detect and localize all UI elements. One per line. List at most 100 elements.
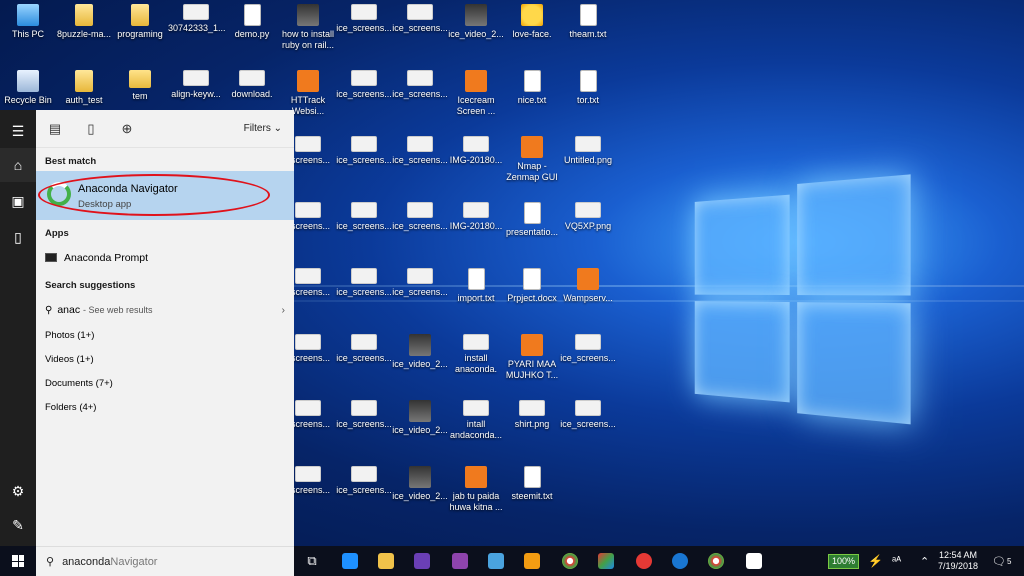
notification-count: 5 (1007, 557, 1011, 566)
media-player-icon[interactable] (524, 553, 540, 569)
desktop-icon[interactable]: ice_video_2... (448, 4, 504, 40)
battery-indicator[interactable]: 100% (828, 546, 859, 576)
apps-heading: Apps (36, 228, 78, 239)
desktop-icon[interactable]: ice_screens... (336, 268, 392, 298)
desktop-icon[interactable]: align-keyw... (168, 70, 224, 100)
desktop-icon[interactable]: how to install ruby on rail... (280, 4, 336, 51)
phpstorm-icon[interactable] (452, 553, 468, 569)
desktop-icon[interactable]: ice_screens... (336, 400, 392, 430)
terminal-icon (45, 253, 57, 262)
windows-logo-icon (12, 555, 24, 567)
file-explorer-icon[interactable] (378, 553, 394, 569)
desktop-icon[interactable]: ice_screens... (392, 70, 448, 100)
desktop-icon[interactable]: tor.txt (560, 70, 616, 106)
filters-dropdown[interactable]: Filters ⌄ (244, 123, 282, 134)
apps-filter-icon[interactable]: ▤ (46, 120, 64, 138)
desktop-icon[interactable]: Prpject.docx (504, 268, 560, 304)
desktop-icon[interactable]: ice_screens... (560, 400, 616, 430)
settings-gear-icon[interactable]: ⚙ (0, 474, 36, 508)
desktop-icon[interactable]: PYARI MAA MUJHKO T... (504, 334, 560, 381)
desktop-icon[interactable]: IMG-20180... (448, 136, 504, 166)
desktop-icon-label: how to install ruby on rail... (280, 29, 336, 51)
search-typed-text: anaconda (62, 556, 110, 568)
device-icon[interactable]: ▯ (0, 220, 36, 254)
desktop-icon[interactable]: demo.py (224, 4, 280, 40)
desktop-icon[interactable]: intall andaconda... (448, 400, 504, 441)
desktop-icon[interactable]: Nmap - Zenmap GUI (504, 136, 560, 183)
desktop-icon[interactable]: 30742333_1... (168, 4, 224, 34)
desktop-icon[interactable]: 8puzzle-ma... (56, 4, 112, 40)
desktop-icon[interactable]: ice_video_2... (392, 334, 448, 370)
edge-browser-icon[interactable] (342, 553, 358, 569)
desktop-icon[interactable]: tem (112, 70, 168, 102)
desktop-icon[interactable]: ice_screens... (336, 466, 392, 496)
opera-icon[interactable] (636, 553, 652, 569)
action-center-icon[interactable]: 🗨5 (992, 546, 1011, 576)
desktop-icon[interactable]: ice_screens... (392, 268, 448, 298)
home-icon[interactable]: ⌂ (0, 148, 36, 182)
web-filter-globe-icon[interactable]: ⊕ (118, 120, 136, 138)
desktop-icon[interactable]: shirt.png (504, 400, 560, 430)
text-file-icon (524, 466, 541, 488)
power-plug-icon[interactable]: ⚡ (868, 546, 883, 576)
desktop-icon[interactable]: steemit.txt (504, 466, 560, 502)
chrome-icon[interactable] (562, 553, 578, 569)
desktop-icon[interactable]: ice_screens... (336, 70, 392, 100)
desktop-icon[interactable]: IMG-20180... (448, 202, 504, 232)
chevron-up-icon[interactable]: ⌃ (920, 546, 929, 576)
desktop-icon[interactable]: VQ5XP.png (560, 202, 616, 232)
desktop-icon-label: ice_screens... (336, 23, 392, 34)
desktop-icon[interactable]: ice_screens... (392, 136, 448, 166)
web-suggestion-item[interactable]: ⚲anac - See web results › (45, 304, 285, 316)
desktop-icon[interactable]: Recycle Bin (0, 70, 56, 106)
visual-studio-icon[interactable] (414, 553, 430, 569)
taskbar-search-box[interactable]: ⚲ anaconda Navigator (36, 546, 294, 576)
desktop-icon[interactable]: nice.txt (504, 70, 560, 106)
documents-filter-icon[interactable]: ▯ (82, 120, 100, 138)
git-icon[interactable] (598, 553, 614, 569)
category-folders[interactable]: Folders (4+) (45, 402, 96, 413)
clock[interactable]: 12:54 AM 7/19/2018 (938, 546, 978, 576)
internet-explorer-icon[interactable] (672, 553, 688, 569)
task-view-icon[interactable]: ⧉ (304, 553, 320, 569)
category-videos[interactable]: Videos (1+) (45, 354, 94, 365)
desktop-icon[interactable]: jab tu paida huwa kitna ... (448, 466, 504, 513)
desktop-icon[interactable]: download. (224, 70, 280, 100)
desktop-icon[interactable]: Wampserv... (560, 268, 616, 304)
desktop-icon[interactable]: Untitled.png (560, 136, 616, 166)
desktop-icon-label: ice_screens... (392, 89, 448, 100)
category-documents[interactable]: Documents (7+) (45, 378, 113, 389)
desktop-icon[interactable]: Icecream Screen ... (448, 70, 504, 117)
desktop-icon[interactable]: ice_screens... (336, 136, 392, 166)
app-icon[interactable] (488, 553, 504, 569)
recycle-bin-icon (17, 70, 39, 92)
desktop-icon[interactable]: ice_screens... (560, 334, 616, 364)
desktop-icon[interactable]: ice_screens... (392, 4, 448, 34)
start-button[interactable] (0, 546, 36, 576)
desktop-icon[interactable]: ice_screens... (336, 4, 392, 34)
desktop-icon[interactable]: This PC (0, 4, 56, 40)
desktop-icon[interactable]: ice_video_2... (392, 400, 448, 436)
hamburger-menu-icon[interactable]: ☰ (0, 114, 36, 148)
desktop-icon[interactable]: love-face. (504, 4, 560, 40)
desktop-icon[interactable]: ice_video_2... (392, 466, 448, 502)
desktop-icon[interactable]: ice_screens... (392, 202, 448, 232)
desktop-icon[interactable]: ice_screens... (336, 334, 392, 364)
movie-maker-icon[interactable] (746, 553, 762, 569)
desktop-icon[interactable]: import.txt (448, 268, 504, 304)
desktop-icon[interactable]: programing (112, 4, 168, 40)
category-photos[interactable]: Photos (1+) (45, 330, 94, 341)
people-icon[interactable]: ᵃᴬ (892, 546, 901, 576)
desktop-icon[interactable]: theam.txt (560, 4, 616, 40)
desktop-icon[interactable]: presentatio... (504, 202, 560, 238)
documents-icon[interactable]: ▣ (0, 184, 36, 218)
desktop-icon[interactable]: install anaconda. (448, 334, 504, 375)
desktop-icon[interactable]: auth_test (56, 70, 112, 106)
desktop-icon[interactable]: ice_screens... (336, 202, 392, 232)
desktop-icon-label: ice_screens... (336, 89, 392, 100)
user-feedback-icon[interactable]: ✎ (0, 508, 36, 542)
desktop-icon-label: nice.txt (504, 95, 560, 106)
word-icon (523, 268, 541, 290)
app-item-anaconda-prompt[interactable]: Anaconda Prompt (45, 252, 148, 264)
chrome-icon[interactable] (708, 553, 724, 569)
